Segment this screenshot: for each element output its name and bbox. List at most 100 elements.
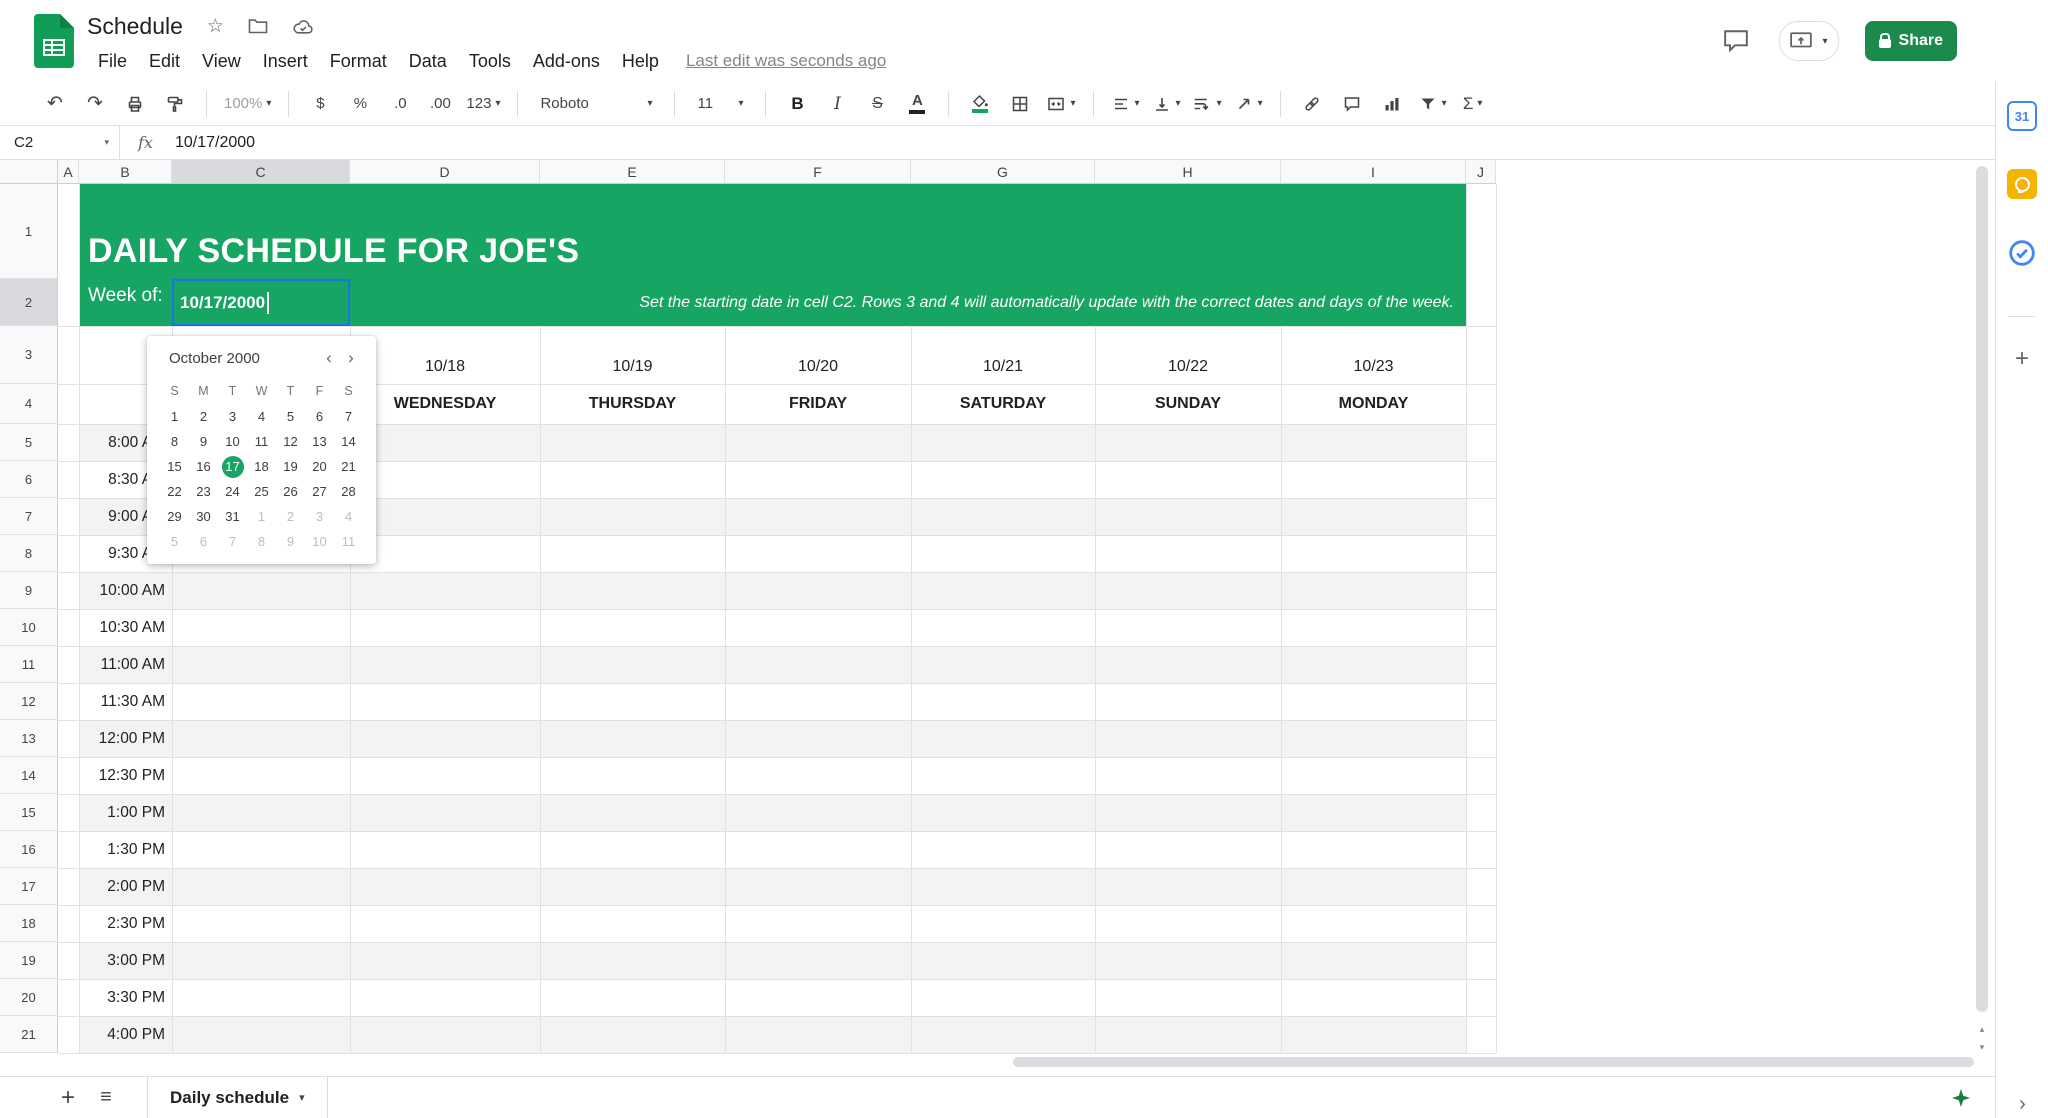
merge-cells-button[interactable]: ▾ — [1043, 88, 1078, 120]
calendar-day[interactable]: 2 — [189, 404, 218, 429]
calendar-next-button[interactable]: › — [340, 348, 362, 368]
date-cell[interactable]: 10/21 — [911, 326, 1095, 384]
comments-icon[interactable] — [1723, 29, 1749, 53]
day-cell[interactable]: SUNDAY — [1095, 384, 1281, 424]
calendar-day[interactable]: 30 — [189, 504, 218, 529]
column-header-E[interactable]: E — [540, 160, 725, 184]
text-rotation-button[interactable]: ▾ — [1231, 88, 1266, 120]
calendar-day[interactable]: 5 — [276, 404, 305, 429]
time-cell[interactable]: 2:00 PM — [79, 868, 165, 905]
share-button[interactable]: Share — [1864, 21, 1957, 61]
filter-button[interactable]: ▾ — [1415, 88, 1450, 120]
star-icon[interactable]: ☆ — [207, 15, 224, 38]
increase-decimals-button[interactable]: .00 — [423, 88, 457, 120]
calendar-day[interactable]: 25 — [247, 479, 276, 504]
calendar-day[interactable]: 10 — [305, 529, 334, 554]
calendar-day[interactable]: 4 — [334, 504, 363, 529]
calendar-day[interactable]: 22 — [160, 479, 189, 504]
row-header-11[interactable]: 11 — [0, 646, 58, 683]
menu-view[interactable]: View — [191, 51, 252, 72]
column-header-G[interactable]: G — [911, 160, 1095, 184]
calendar-day[interactable]: 24 — [218, 479, 247, 504]
horizontal-align-button[interactable]: ▾ — [1108, 88, 1143, 120]
strikethrough-button[interactable]: S — [860, 88, 894, 120]
sheet-tab-menu-icon[interactable]: ▾ — [299, 1091, 305, 1104]
day-cell[interactable]: FRIDAY — [725, 384, 911, 424]
row-header-12[interactable]: 12 — [0, 683, 58, 720]
calendar-day[interactable]: 15 — [160, 454, 189, 479]
time-cell[interactable]: 1:00 PM — [79, 794, 165, 831]
fill-color-button[interactable] — [963, 88, 997, 120]
time-cell[interactable]: 12:30 PM — [79, 757, 165, 794]
time-cell[interactable]: 1:30 PM — [79, 831, 165, 868]
undo-button[interactable]: ↶ — [38, 88, 72, 120]
column-header-H[interactable]: H — [1095, 160, 1281, 184]
google-keep-icon[interactable] — [2007, 169, 2037, 199]
banner-area[interactable]: DAILY SCHEDULE FOR JOE'S Week of: 10/17/… — [80, 184, 1466, 326]
day-cell[interactable]: THURSDAY — [540, 384, 725, 424]
day-cell[interactable]: WEDNESDAY — [350, 384, 540, 424]
calendar-day[interactable]: 16 — [189, 454, 218, 479]
calendar-day[interactable]: 9 — [276, 529, 305, 554]
calendar-day[interactable]: 21 — [334, 454, 363, 479]
calendar-day[interactable]: 8 — [247, 529, 276, 554]
google-calendar-icon[interactable]: 31 — [2007, 101, 2037, 131]
row-header-13[interactable]: 13 — [0, 720, 58, 757]
column-header-D[interactable]: D — [350, 160, 540, 184]
menu-addons[interactable]: Add-ons — [522, 51, 611, 72]
selected-cell-c2[interactable]: 10/17/2000 — [172, 279, 350, 326]
explore-icon[interactable] — [1946, 1083, 1976, 1113]
number-format-select[interactable]: 123 ▾ — [463, 88, 503, 120]
italic-button[interactable]: I — [820, 88, 854, 120]
insert-comment-button[interactable] — [1335, 88, 1369, 120]
calendar-day[interactable]: 31 — [218, 504, 247, 529]
format-currency-button[interactable]: $ — [303, 88, 337, 120]
column-header-F[interactable]: F — [725, 160, 911, 184]
calendar-day[interactable]: 6 — [305, 404, 334, 429]
time-cell[interactable]: 11:00 AM — [79, 646, 165, 683]
menu-edit[interactable]: Edit — [138, 51, 191, 72]
zoom-select[interactable]: 100% ▾ — [221, 88, 274, 120]
calendar-day[interactable]: 11 — [247, 429, 276, 454]
column-header-I[interactable]: I — [1281, 160, 1466, 184]
column-header-J[interactable]: J — [1466, 160, 1496, 184]
calendar-day[interactable]: 2 — [276, 504, 305, 529]
row-header-7[interactable]: 7 — [0, 498, 58, 535]
name-box[interactable]: C2 ▾ — [0, 126, 120, 159]
paint-format-button[interactable] — [158, 88, 192, 120]
add-sheet-button[interactable]: + — [53, 1083, 83, 1113]
calendar-day[interactable]: 3 — [305, 504, 334, 529]
day-cell[interactable]: SATURDAY — [911, 384, 1095, 424]
font-size-select[interactable]: 11 ▾ — [689, 88, 751, 120]
row-header-10[interactable]: 10 — [0, 609, 58, 646]
row-header-17[interactable]: 17 — [0, 868, 58, 905]
bold-button[interactable]: B — [780, 88, 814, 120]
calendar-day[interactable]: 29 — [160, 504, 189, 529]
text-color-button[interactable]: A — [900, 88, 934, 120]
move-folder-icon[interactable] — [248, 17, 268, 35]
select-all-corner[interactable] — [0, 160, 58, 184]
column-header-C[interactable]: C — [172, 160, 350, 184]
sheets-logo-icon[interactable] — [34, 13, 74, 73]
calendar-day[interactable]: 28 — [334, 479, 363, 504]
horizontal-scrollbar[interactable] — [1013, 1057, 1974, 1067]
functions-button[interactable]: Σ ▾ — [1456, 88, 1490, 120]
column-header-A[interactable]: A — [58, 160, 79, 184]
calendar-day[interactable]: 4 — [247, 404, 276, 429]
menu-file[interactable]: File — [87, 51, 138, 72]
day-cell[interactable]: MONDAY — [1281, 384, 1466, 424]
calendar-day[interactable]: 7 — [218, 529, 247, 554]
row-header-2[interactable]: 2 — [0, 279, 58, 326]
redo-button[interactable]: ↷ — [78, 88, 112, 120]
calendar-day[interactable]: 7 — [334, 404, 363, 429]
present-button[interactable]: ▾ — [1778, 21, 1839, 61]
last-edit-link[interactable]: Last edit was seconds ago — [686, 51, 886, 71]
google-tasks-icon[interactable] — [2007, 238, 2037, 268]
calendar-day[interactable]: 20 — [305, 454, 334, 479]
get-add-ons-button[interactable]: + — [2007, 344, 2037, 374]
font-select[interactable]: Roboto ▾ — [532, 88, 660, 120]
date-cell[interactable]: 10/19 — [540, 326, 725, 384]
calendar-day[interactable]: 26 — [276, 479, 305, 504]
date-cell[interactable]: 10/22 — [1095, 326, 1281, 384]
menu-insert[interactable]: Insert — [252, 51, 319, 72]
